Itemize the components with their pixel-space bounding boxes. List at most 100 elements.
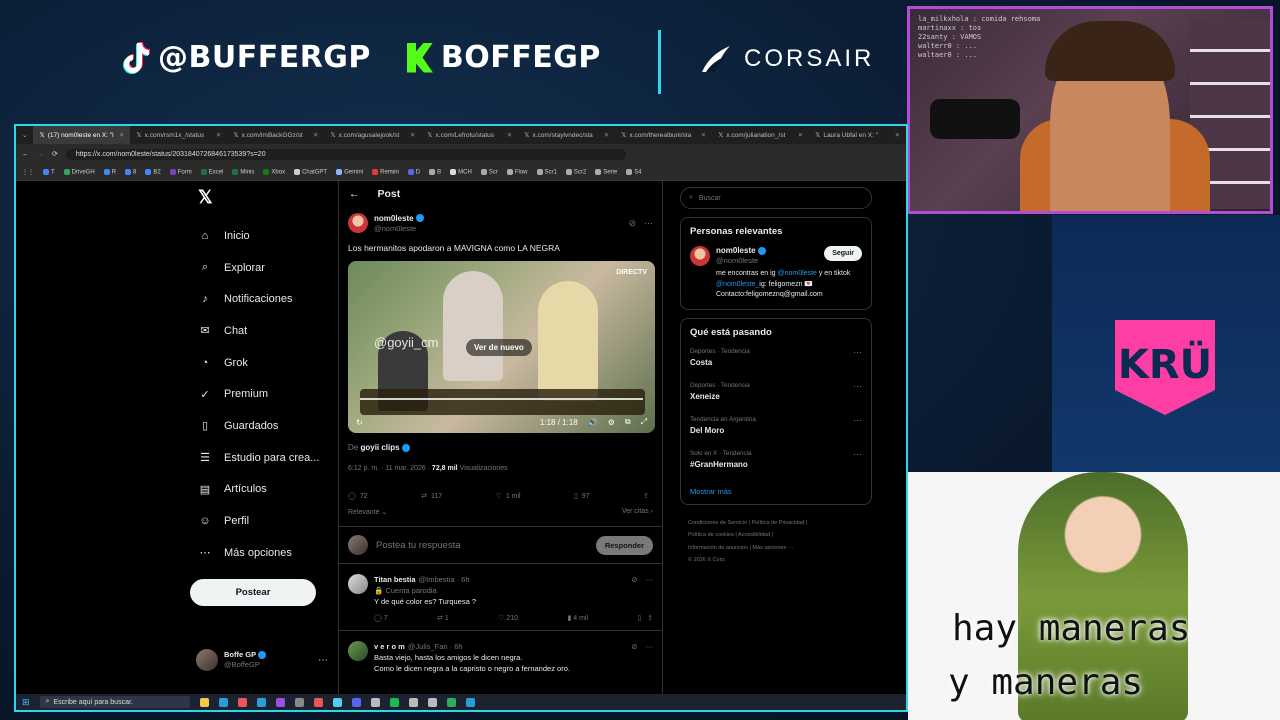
bookmark-item[interactable]: S4: [626, 168, 642, 175]
share-action[interactable]: ⇪: [643, 492, 649, 500]
bookmark-item[interactable]: DriveGH: [63, 168, 95, 175]
app3-icon[interactable]: [427, 697, 437, 707]
volume-icon[interactable]: 🔊: [588, 418, 598, 427]
browser-tab[interactable]: 𝕏x.com/staylvndec/sta ✕: [518, 126, 615, 144]
nav-item-articles[interactable]: ▤ Artículos: [190, 474, 330, 506]
relevant-person-name[interactable]: nom0leste: [716, 246, 766, 256]
footer-links[interactable]: Información de anuncios | Más opciones ·…: [688, 542, 872, 555]
bookmark-item[interactable]: B: [429, 168, 441, 175]
bookmark-item[interactable]: Scr1: [536, 168, 557, 175]
browser-tab[interactable]: 𝕏x.com/therealbuni/sta ✕: [615, 126, 712, 144]
more-icon[interactable]: ⋯: [853, 449, 862, 460]
bookmark-action[interactable]: ▯ 97: [574, 492, 590, 501]
browser-tab[interactable]: 𝕏x.com/rsm1x_/status ✕: [130, 126, 227, 144]
bio-link[interactable]: @nom0leste_: [716, 281, 759, 288]
more-icon[interactable]: ⋯: [646, 574, 654, 585]
reload-icon[interactable]: ⟳: [52, 150, 58, 158]
footer-links[interactable]: Condiciones de Servicio | Política de Pr…: [688, 517, 872, 530]
bookmark-item[interactable]: R: [103, 168, 116, 175]
taskbar-search[interactable]: ⌕ Escribe aquí para buscar.: [39, 696, 190, 708]
reply-action[interactable]: ◯ 7: [374, 613, 388, 624]
quotes-link[interactable]: Ver citas ›: [622, 508, 653, 516]
repost-action[interactable]: ⇄ 117: [421, 492, 442, 501]
replay-button[interactable]: Ver de nuevo: [466, 339, 532, 356]
grok-icon[interactable]: ⊘: [631, 641, 637, 652]
replay-icon[interactable]: ↻: [356, 418, 363, 427]
like-action[interactable]: ♡ 1 mil: [496, 492, 521, 501]
bookmark-item[interactable]: D: [407, 168, 420, 175]
bookmark-item[interactable]: ChatGPT: [294, 168, 327, 175]
more-icon[interactable]: ⋯: [853, 347, 862, 358]
discord-icon[interactable]: [351, 697, 361, 707]
reply-button[interactable]: Responder: [595, 535, 653, 555]
bookmark-item[interactable]: Flow: [506, 168, 528, 175]
reply-author-name[interactable]: v e r o m: [374, 641, 405, 652]
close-icon[interactable]: ✕: [119, 131, 124, 139]
more-icon[interactable]: ⋯: [853, 415, 862, 426]
reply-author-name[interactable]: Titan bestia: [374, 574, 416, 585]
follow-button[interactable]: Seguir: [824, 246, 862, 261]
settings-icon[interactable]: ⚙: [608, 418, 615, 427]
back-icon[interactable]: ←: [22, 151, 29, 158]
more-icon[interactable]: ⋯: [644, 218, 653, 229]
show-more-link[interactable]: Mostrar más: [690, 487, 862, 496]
close-icon[interactable]: ✕: [216, 131, 221, 139]
bookmark-share-actions[interactable]: ▯ ⇪: [637, 613, 653, 624]
trend-item[interactable]: Deportes · Tendencia Xeneize ⋯: [690, 381, 862, 415]
bookmark-item[interactable]: Gemini: [336, 168, 363, 175]
bookmark-item[interactable]: 8: [125, 168, 136, 175]
nav-item-premium[interactable]: ✓ Premium: [190, 378, 330, 410]
repost-action[interactable]: ⇄ 1: [437, 613, 449, 624]
more-icon[interactable]: ⋯: [646, 641, 654, 652]
trend-item[interactable]: Tendencia en Argentina Del Moro ⋯: [690, 415, 862, 449]
grok-icon[interactable]: ⊘: [628, 218, 636, 229]
tab-list-chevron-icon[interactable]: ⌄: [16, 131, 33, 139]
calculator-icon[interactable]: [294, 697, 304, 707]
post-timestamp[interactable]: 6:12 p. m. · 11 mar. 2026 ·: [348, 465, 430, 472]
grok-icon[interactable]: ⊘: [631, 574, 637, 585]
close-icon[interactable]: ✕: [410, 131, 415, 139]
bookmark-item[interactable]: Form: [169, 168, 192, 175]
trend-item[interactable]: Deportes · Tendencia Costa ⋯: [690, 347, 862, 381]
browser-tab[interactable]: 𝕏x.com/ImBackGGz/st ✕: [227, 126, 324, 144]
fullscreen-icon[interactable]: ⤢: [641, 417, 647, 427]
nav-item-notifications[interactable]: ♪ Notificaciones: [190, 283, 330, 315]
close-icon[interactable]: ✕: [701, 131, 706, 139]
close-icon[interactable]: ✕: [507, 131, 512, 139]
browser-tab[interactable]: 𝕏x.com/agusalejook/st ✕: [324, 126, 421, 144]
browser-tab[interactable]: 𝕏 (17) nom0leste en X: "l ✕: [33, 126, 131, 144]
nav-item-more-options[interactable]: ⋯ Más opciones: [190, 537, 330, 569]
bookmark-item[interactable]: Remini: [372, 168, 399, 175]
reply-input[interactable]: Postea tu respuesta: [376, 540, 461, 551]
windows-start-icon[interactable]: ⊞: [22, 697, 30, 708]
reply-action[interactable]: ◯ 72: [348, 492, 368, 501]
apps-grid-icon[interactable]: ⋮⋮: [22, 169, 34, 176]
bookmark-item[interactable]: T: [43, 168, 55, 175]
post-button[interactable]: Postear: [190, 578, 316, 606]
back-arrow-icon[interactable]: ←: [349, 188, 360, 200]
app-icon[interactable]: [370, 697, 380, 707]
avatar[interactable]: [348, 574, 368, 594]
more-icon[interactable]: ⋯: [318, 655, 328, 666]
post-video[interactable]: @goyii_cm DIRECTV Ver de nuevo ↻ 1:18 / …: [348, 261, 655, 433]
trend-item[interactable]: Solo en X · Tendencia #GranHermano ⋯: [690, 449, 862, 483]
bookmark-item[interactable]: Minis: [232, 168, 254, 175]
nav-item-home[interactable]: ⌂ Inicio: [190, 220, 330, 252]
more-icon[interactable]: ⋯: [853, 381, 862, 392]
account-switcher[interactable]: Boffe GP @BoffeGP ⋯: [196, 649, 328, 671]
avatar[interactable]: [690, 246, 710, 266]
video-source-account[interactable]: goyii clips: [360, 443, 399, 452]
forward-icon[interactable]: →: [37, 151, 44, 158]
video-progress-bar[interactable]: [360, 398, 643, 400]
nav-item-chat[interactable]: ✉ Chat: [190, 315, 330, 347]
address-bar[interactable]: https://x.com/nom0leste/status/203184072…: [65, 148, 626, 160]
file-explorer-icon[interactable]: [199, 697, 209, 707]
nav-item-profile[interactable]: ☺ Perfil: [190, 505, 330, 537]
browser-tab[interactable]: 𝕏x.com/Lefrotu/status ✕: [421, 126, 518, 144]
nav-item-grok[interactable]: ◔ Grok: [190, 347, 330, 379]
search-input[interactable]: ⌕ Buscar: [680, 187, 872, 209]
x-logo-icon[interactable]: 𝕏: [198, 187, 330, 208]
bookmark-item[interactable]: Scr: [480, 168, 498, 175]
nav-item-creator-studio[interactable]: ☰ Estudio para crea...: [190, 442, 330, 474]
chrome-icon[interactable]: [237, 697, 247, 707]
